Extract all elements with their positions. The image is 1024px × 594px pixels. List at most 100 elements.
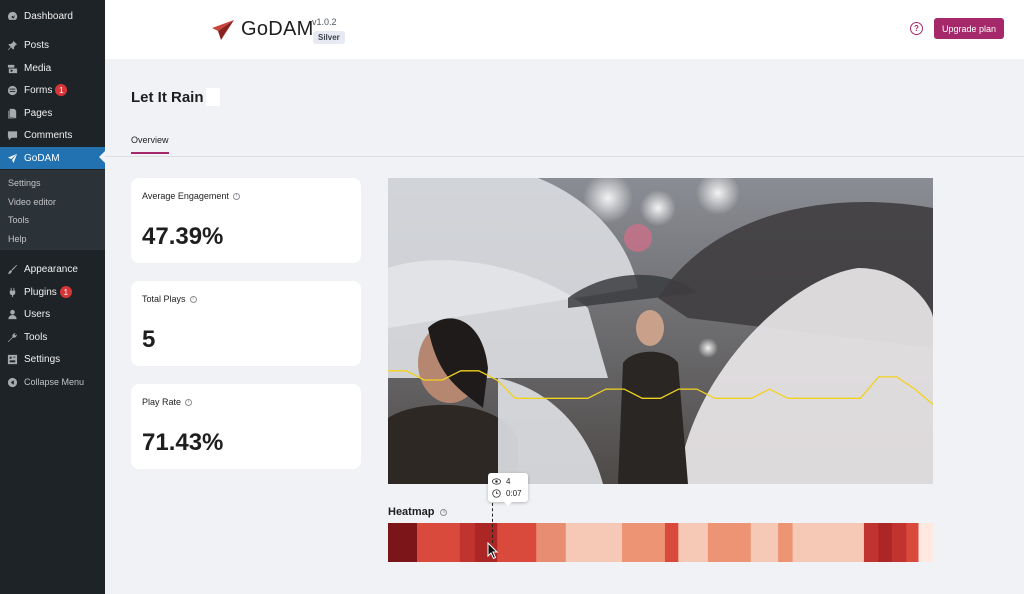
metric-card-play-rate: Play Rate i 71.43% bbox=[131, 384, 361, 469]
admin-sidebar: Dashboard Posts Media Forms 1 Pages Comm… bbox=[0, 0, 105, 594]
heatmap-segment[interactable] bbox=[565, 523, 623, 562]
sidebar-item-comments[interactable]: Comments bbox=[0, 125, 105, 145]
pin-icon bbox=[7, 40, 18, 51]
metric-label: Play Rate i bbox=[142, 397, 193, 407]
metric-label: Total Plays i bbox=[142, 294, 197, 304]
heatmap-segment[interactable] bbox=[792, 523, 865, 562]
sidebar-item-label: Plugins bbox=[24, 286, 57, 298]
info-icon[interactable]: i bbox=[189, 295, 197, 303]
sidebar-item-settings[interactable]: Settings bbox=[0, 349, 105, 369]
page-title: Let It Rain bbox=[131, 89, 204, 106]
heatmap-segment[interactable] bbox=[707, 523, 752, 562]
comments-icon bbox=[7, 130, 18, 141]
info-icon[interactable]: i bbox=[232, 192, 240, 200]
upgrade-plan-button[interactable]: Upgrade plan bbox=[934, 18, 1004, 39]
notification-badge: 1 bbox=[59, 286, 72, 298]
heatmap-segment[interactable] bbox=[891, 523, 907, 562]
tab-overview[interactable]: Overview bbox=[131, 135, 169, 154]
sidebar-item-users[interactable]: Users bbox=[0, 304, 105, 324]
sidebar-item-dashboard[interactable]: Dashboard bbox=[0, 6, 105, 26]
sidebar-item-label: Collapse Menu bbox=[24, 377, 85, 387]
heatmap-segment[interactable] bbox=[622, 523, 666, 562]
sidebar-item-posts[interactable]: Posts bbox=[0, 35, 105, 55]
submenu-item-settings[interactable]: Settings bbox=[8, 178, 41, 188]
godam-submenu: Settings Video editor Tools Help bbox=[0, 170, 105, 250]
notification-badge: 1 bbox=[55, 84, 68, 96]
sidebar-item-label: Comments bbox=[24, 129, 73, 141]
brush-icon bbox=[7, 264, 18, 275]
tooltip-time: 0:07 bbox=[506, 489, 522, 498]
sidebar-item-tools[interactable]: Tools bbox=[0, 327, 105, 347]
heatmap-label: Heatmap i bbox=[388, 506, 448, 518]
submenu-item-tools[interactable]: Tools bbox=[8, 215, 29, 225]
sidebar-item-label: Posts bbox=[24, 39, 50, 51]
playhead-marker bbox=[492, 503, 493, 543]
logo-text: GoDAM bbox=[241, 18, 314, 40]
wrench-icon bbox=[7, 332, 18, 343]
clock-icon bbox=[492, 489, 501, 498]
heatmap-segment[interactable] bbox=[678, 523, 709, 562]
heatmap-segment[interactable] bbox=[416, 523, 461, 562]
metric-value: 47.39% bbox=[142, 223, 224, 250]
plan-badge: Silver bbox=[313, 31, 345, 44]
sidebar-item-media[interactable]: Media bbox=[0, 58, 105, 78]
video-player[interactable] bbox=[388, 178, 933, 484]
sidebar-item-label: Forms bbox=[24, 84, 53, 96]
heatmap-segment[interactable] bbox=[664, 523, 679, 562]
sidebar-item-label: Dashboard bbox=[24, 10, 73, 22]
sidebar-item-godam[interactable]: GoDAM bbox=[0, 147, 105, 169]
metric-value: 5 bbox=[142, 326, 156, 353]
collapse-menu-button[interactable]: Collapse Menu bbox=[0, 372, 105, 392]
heatmap-segment[interactable] bbox=[388, 523, 418, 562]
version-label: v1.0.2 bbox=[312, 17, 337, 27]
sidebar-item-label: GoDAM bbox=[24, 152, 60, 164]
eye-icon bbox=[492, 478, 501, 485]
tab-divider bbox=[105, 156, 1024, 157]
heatmap-segment[interactable] bbox=[497, 523, 537, 562]
heatmap-segment[interactable] bbox=[863, 523, 879, 562]
heatmap-bar[interactable] bbox=[388, 523, 933, 562]
metric-label: Average Engagement i bbox=[142, 191, 240, 201]
rocket-icon bbox=[7, 153, 18, 164]
help-icon[interactable]: ? bbox=[910, 22, 923, 35]
users-icon bbox=[7, 309, 18, 320]
godam-logo-icon bbox=[212, 19, 234, 40]
sidebar-item-appearance[interactable]: Appearance bbox=[0, 259, 105, 279]
metric-label-text: Play Rate bbox=[142, 397, 182, 407]
collapse-icon bbox=[7, 377, 18, 388]
sidebar-item-label: Tools bbox=[24, 331, 48, 343]
sidebar-item-forms[interactable]: Forms 1 bbox=[0, 80, 105, 100]
info-icon[interactable]: i bbox=[185, 398, 193, 406]
sidebar-item-plugins[interactable]: Plugins 1 bbox=[0, 282, 105, 302]
media-icon bbox=[7, 63, 18, 74]
heatmap-segment[interactable] bbox=[906, 523, 920, 562]
pages-icon bbox=[7, 108, 18, 119]
metric-card-average-engagement: Average Engagement i 47.39% bbox=[131, 178, 361, 263]
tooltip-time-row: 0:07 bbox=[492, 489, 522, 498]
metric-label-text: Average Engagement bbox=[142, 191, 229, 201]
settings-icon bbox=[7, 354, 18, 365]
metric-label-text: Total Plays bbox=[142, 294, 186, 304]
submenu-item-help[interactable]: Help bbox=[8, 234, 27, 244]
sidebar-item-label: Appearance bbox=[24, 263, 78, 275]
metric-value: 71.43% bbox=[142, 429, 224, 456]
heatmap-segment[interactable] bbox=[536, 523, 567, 562]
heatmap-segment[interactable] bbox=[778, 523, 794, 562]
godam-logo[interactable]: GoDAM bbox=[211, 18, 314, 41]
plugin-icon bbox=[7, 287, 18, 298]
heatmap-label-text: Heatmap bbox=[388, 506, 435, 518]
heatmap-segment[interactable] bbox=[878, 523, 893, 562]
sidebar-item-label: Media bbox=[24, 62, 52, 74]
sidebar-item-label: Settings bbox=[24, 353, 61, 365]
submenu-item-video-editor[interactable]: Video editor bbox=[8, 197, 56, 207]
title-edit-box[interactable] bbox=[206, 88, 220, 106]
tooltip-views: 4 bbox=[506, 477, 511, 486]
sidebar-item-pages[interactable]: Pages bbox=[0, 103, 105, 123]
sidebar-item-label: Users bbox=[24, 308, 51, 320]
heatmap-segment[interactable] bbox=[918, 523, 933, 562]
heatmap-segment[interactable] bbox=[750, 523, 779, 562]
info-icon[interactable]: i bbox=[440, 508, 448, 516]
metric-card-total-plays: Total Plays i 5 bbox=[131, 281, 361, 366]
mouse-cursor-icon bbox=[487, 542, 499, 560]
heatmap-segment[interactable] bbox=[459, 523, 476, 562]
